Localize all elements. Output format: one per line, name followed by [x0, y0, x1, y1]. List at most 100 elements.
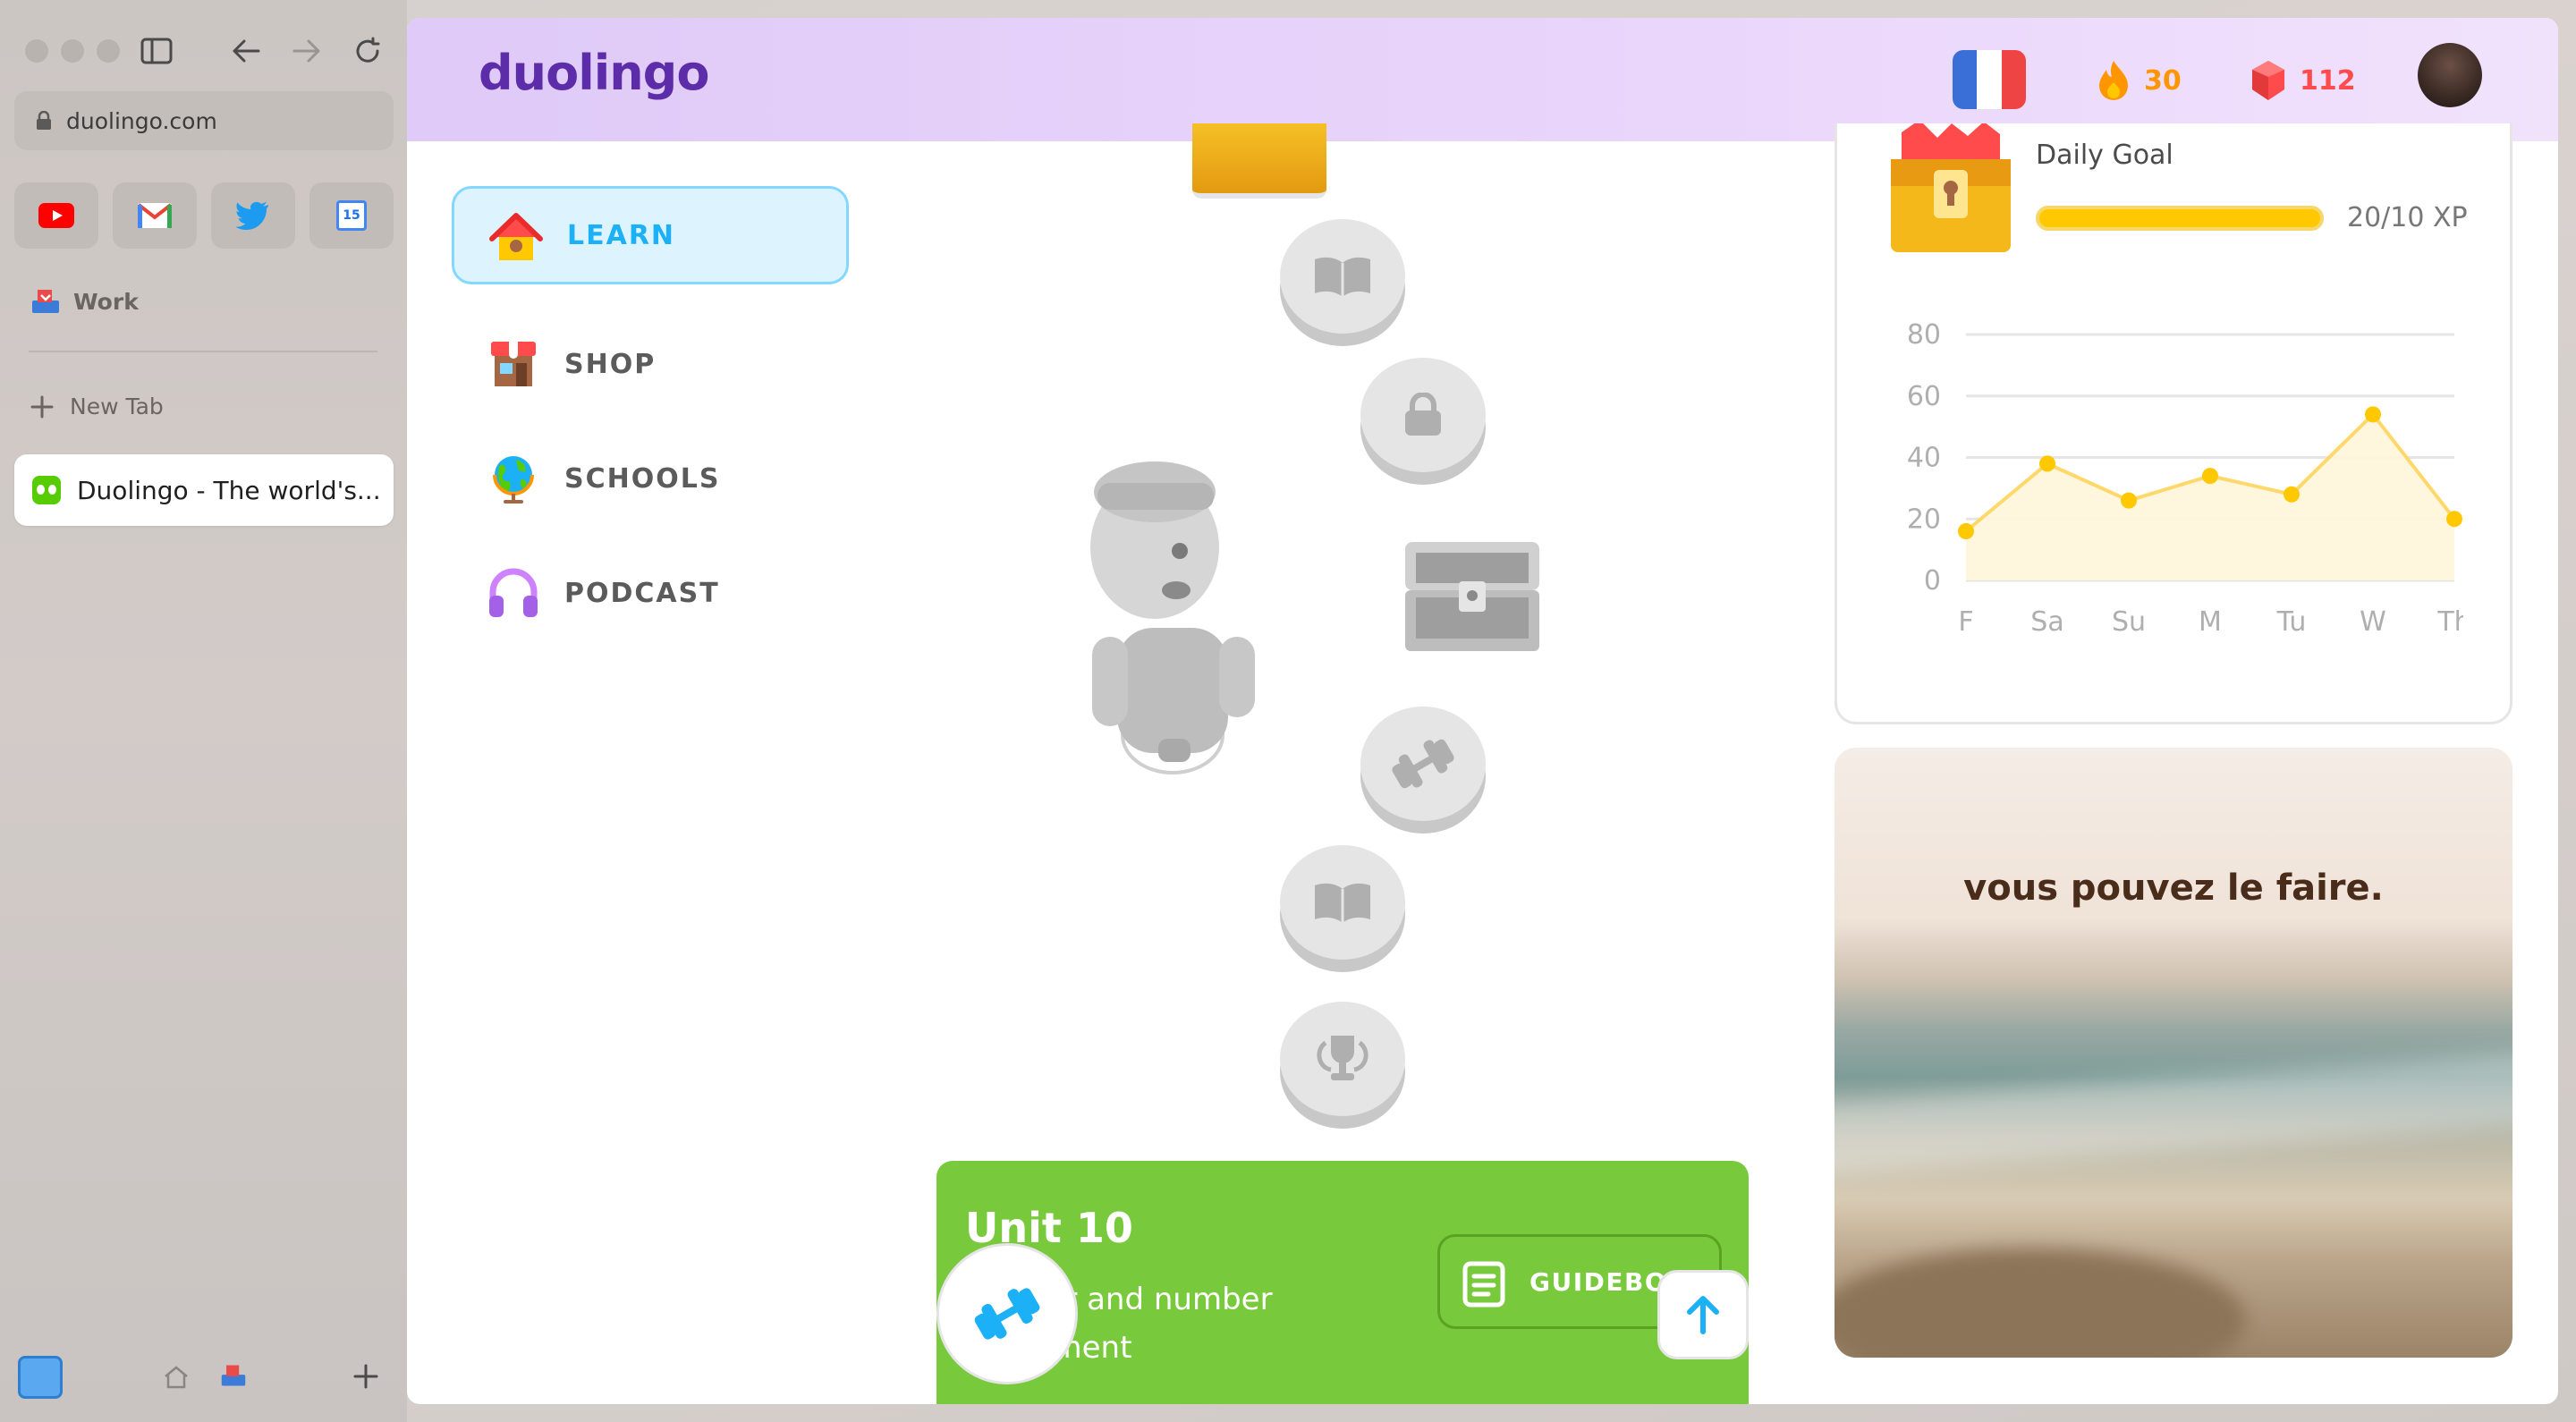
- nav-learn[interactable]: LEARN: [452, 186, 849, 284]
- chart-x-tick-label: Sa: [2030, 606, 2063, 638]
- space-work[interactable]: Work: [30, 288, 139, 315]
- chart-point: [2202, 468, 2218, 485]
- path-node-story[interactable]: [1280, 845, 1405, 960]
- gem-count: 112: [2300, 64, 2356, 97]
- practice-fab[interactable]: [936, 1243, 1078, 1384]
- daily-goal-progress-track: [2036, 206, 2324, 231]
- nav-shop[interactable]: SHOP: [452, 315, 849, 413]
- chart-x-tick-label: Su: [2112, 606, 2146, 638]
- chart-y-tick-label: 80: [1907, 319, 1941, 351]
- reload-icon[interactable]: [343, 27, 392, 75]
- space-label: Work: [73, 288, 139, 315]
- chart-point: [2446, 511, 2462, 528]
- finder-icon[interactable]: [18, 1356, 63, 1399]
- dumbbell-icon: [1392, 739, 1454, 789]
- chart-x-tick-label: F: [1958, 606, 1973, 638]
- chart-x-tick-label: Th: [2436, 606, 2463, 638]
- lock-icon: [37, 111, 51, 130]
- chart-x-tick-label: Tu: [2276, 606, 2307, 638]
- address-bar[interactable]: duolingo.com: [14, 91, 394, 150]
- streak-count: 30: [2144, 64, 2182, 97]
- tab-duolingo[interactable]: Duolingo - The world's...: [14, 454, 394, 526]
- streak-counter[interactable]: 30: [2096, 59, 2182, 102]
- book-icon: [1315, 257, 1370, 297]
- plus-icon: [30, 395, 54, 418]
- chart-area: [1966, 414, 2454, 580]
- path-node-practice[interactable]: [1360, 707, 1486, 821]
- youtube-icon: [38, 203, 74, 228]
- calendar-date: 15: [343, 208, 360, 223]
- url-text: duolingo.com: [66, 107, 217, 134]
- duolingo-favicon-icon: [32, 476, 61, 504]
- inbox-tray-icon: [32, 290, 59, 313]
- favorite-twitter[interactable]: [211, 182, 295, 249]
- trophy-icon: [1317, 1036, 1368, 1080]
- nav-label-learn: LEARN: [567, 219, 676, 251]
- lock-icon: [1405, 393, 1441, 436]
- daily-goal-progress-fill: [2036, 206, 2324, 231]
- new-tab-button[interactable]: New Tab: [30, 394, 164, 419]
- xp-chart: 0 20 40 60 80 F Sa Su M Tu W Th: [1907, 319, 2463, 638]
- chart-y-tick-label: 0: [1924, 565, 1941, 597]
- nav-label-shop: SHOP: [564, 348, 657, 380]
- character-illustration: [1065, 440, 1280, 780]
- nav-podcast[interactable]: PODCAST: [452, 544, 849, 642]
- notebook-icon: [1462, 1261, 1505, 1308]
- chart-point: [1958, 523, 1974, 539]
- path-chest-locked[interactable]: [1400, 538, 1545, 655]
- duolingo-app: duolingo 30 112 LEARN SHOP SCHOOLS PODCA…: [407, 18, 2558, 1404]
- avatar[interactable]: [2418, 43, 2482, 107]
- dumbbell-icon: [974, 1288, 1040, 1340]
- path-chest-top[interactable]: [1192, 123, 1326, 199]
- minimize-window-button[interactable]: [61, 39, 84, 63]
- scroll-up-button[interactable]: [1657, 1270, 1749, 1359]
- path-node-locked[interactable]: [1360, 358, 1486, 472]
- favorite-gmail[interactable]: [113, 182, 197, 249]
- close-window-button[interactable]: [25, 39, 48, 63]
- globe-icon: [493, 456, 534, 504]
- book-icon: [1315, 883, 1370, 923]
- forward-arrow-icon[interactable]: [283, 27, 331, 75]
- sidebar-toggle-icon[interactable]: [132, 27, 181, 75]
- daily-goal-progress-text: 20/10 XP: [2347, 202, 2468, 233]
- gmail-icon: [137, 203, 173, 228]
- daily-goal-label: Daily Goal: [2036, 140, 2174, 171]
- add-space-icon[interactable]: [352, 1363, 379, 1390]
- chart-x-tick-label: M: [2199, 606, 2222, 638]
- daily-goal-chest-icon: [1884, 120, 2018, 258]
- daily-goal-card: Daily Goal 20/10 XP 0 20 40 60 80 F Sa Su M Tu W Th: [1835, 120, 2512, 724]
- chart-y-tick-label: 60: [1907, 381, 1941, 412]
- sidebar-divider: [29, 351, 377, 352]
- motivation-quote: vous pouvez le faire.: [1963, 868, 2384, 909]
- shop-icon: [491, 342, 536, 386]
- chart-y-tick-label: 40: [1907, 443, 1941, 474]
- motivation-card: vous pouvez le faire.: [1835, 748, 2512, 1358]
- zoom-window-button[interactable]: [97, 39, 120, 63]
- home-icon[interactable]: [163, 1365, 190, 1390]
- chart-point: [2365, 406, 2381, 423]
- duolingo-logo[interactable]: duolingo: [479, 45, 709, 101]
- path-node-trophy[interactable]: [1280, 1002, 1405, 1116]
- headphones-icon: [489, 568, 538, 617]
- chart-point: [2039, 455, 2055, 472]
- back-arrow-icon[interactable]: [222, 27, 270, 75]
- nav-schools[interactable]: SCHOOLS: [452, 429, 849, 528]
- inbox-tray-icon[interactable]: [220, 1363, 247, 1388]
- path-node-lesson[interactable]: [1280, 219, 1405, 334]
- chart-point: [2284, 486, 2300, 503]
- chart-x-tick-label: W: [2360, 606, 2386, 638]
- house-icon: [489, 213, 543, 260]
- treasure-chest-icon: [1405, 542, 1539, 651]
- calendar-icon: 15: [336, 200, 367, 231]
- arrow-up-icon: [1687, 1296, 1719, 1334]
- new-tab-label: New Tab: [70, 394, 164, 419]
- twitter-icon: [236, 201, 268, 230]
- flame-icon: [2099, 61, 2128, 100]
- gems-counter[interactable]: 112: [2250, 59, 2356, 102]
- favorite-youtube[interactable]: [14, 182, 98, 249]
- chart-y-tick-label: 20: [1907, 504, 1941, 535]
- nav-label-podcast: PODCAST: [564, 577, 720, 609]
- language-flag-button[interactable]: [1953, 50, 2026, 109]
- chart-point: [2121, 492, 2137, 509]
- favorite-calendar[interactable]: 15: [309, 182, 394, 249]
